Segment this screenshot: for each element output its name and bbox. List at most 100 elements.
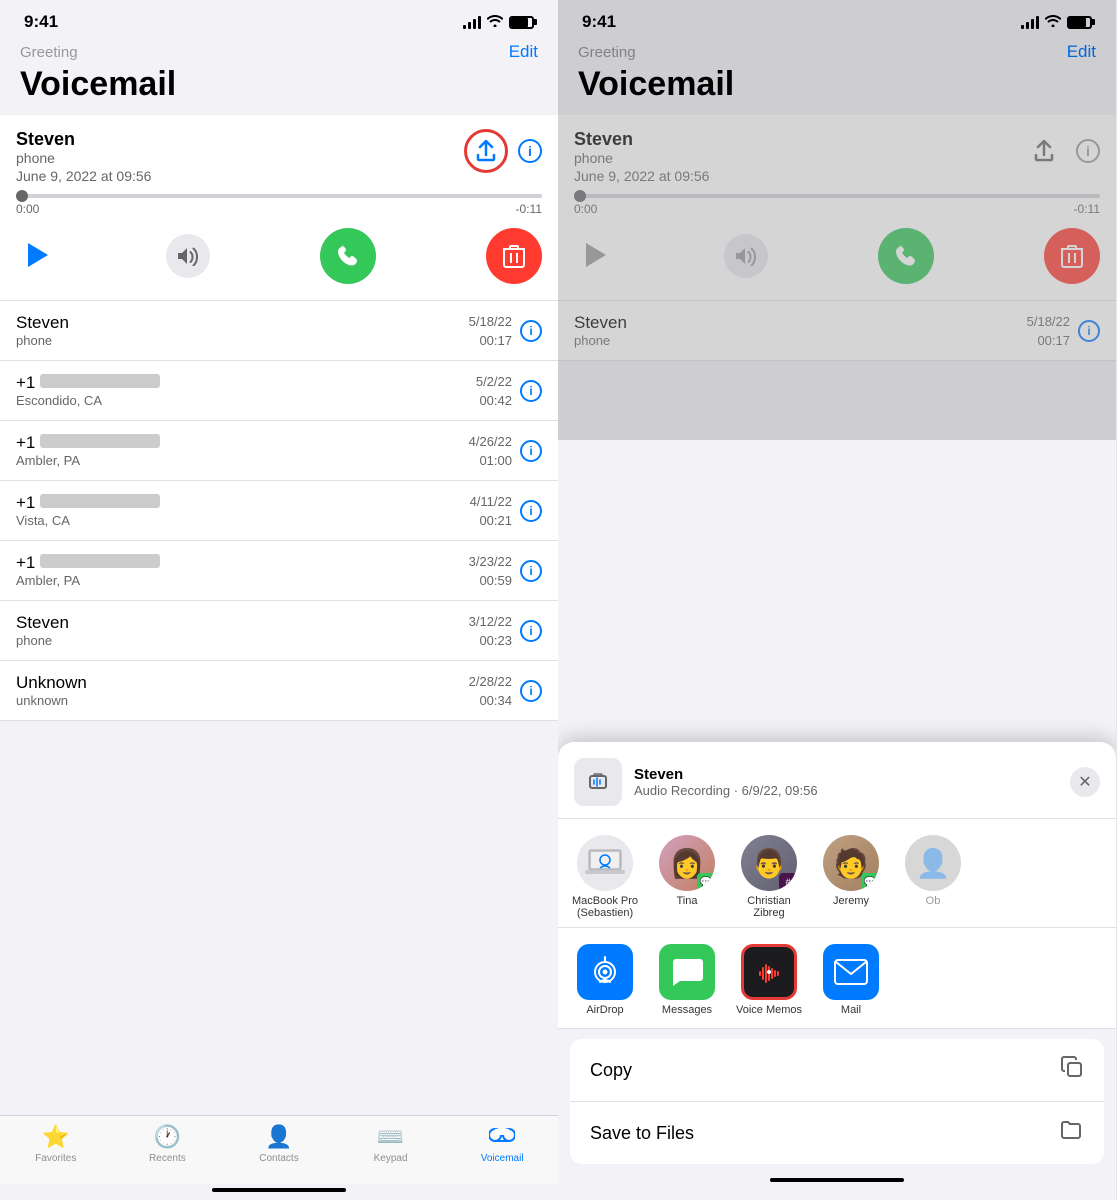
messages-icon-box <box>659 944 715 1000</box>
list-item[interactable]: +1 Ambler, PA 4/26/22 01:00 i <box>0 421 558 481</box>
airdrop-icon-box <box>577 944 633 1000</box>
airdrop-label: AirDrop <box>586 1004 623 1016</box>
status-icons-left <box>463 15 534 30</box>
vm-label-left: phone <box>16 150 151 166</box>
contact-tina[interactable]: 👩 💬 Tina <box>652 835 722 919</box>
info-btn-item2[interactable]: i <box>520 380 542 402</box>
wifi-icon-left <box>487 15 503 30</box>
contact-ob[interactable]: 👤 Ob <box>898 835 968 919</box>
jeremy-name: Jeremy <box>833 895 869 907</box>
share-close-button[interactable]: ✕ <box>1070 767 1100 797</box>
info-btn-item4[interactable]: i <box>520 500 542 522</box>
mail-label: Mail <box>841 1004 861 1016</box>
info-btn-item3[interactable]: i <box>520 440 542 462</box>
tab-label-voicemail-left: Voicemail <box>481 1153 524 1164</box>
speaker-button-left[interactable] <box>166 234 210 278</box>
voicemail-icon-left <box>489 1124 515 1150</box>
status-time-left: 9:41 <box>24 12 58 32</box>
play-button-left[interactable] <box>16 235 56 278</box>
contacts-icon-left: 👤 <box>265 1124 292 1150</box>
favorites-icon-left: ⭐ <box>42 1124 69 1150</box>
vm-controls-left <box>16 228 542 284</box>
header-left: Greeting Edit Voicemail <box>0 38 558 115</box>
time-start-left: 0:00 <box>16 202 39 216</box>
list-item[interactable]: +1 Escondido, CA 5/2/22 00:42 i <box>0 361 558 421</box>
share-info: Steven Audio Recording · 6/9/22, 09:56 <box>634 766 818 798</box>
page-title-left: Voicemail <box>20 66 538 103</box>
vm-date-left: June 9, 2022 at 09:56 <box>16 168 151 184</box>
share-sheet: Steven Audio Recording · 6/9/22, 09:56 ✕ <box>558 742 1116 1200</box>
share-contacts-row: MacBook Pro(Sebastien) 👩 💬 Tina 👨 # Chri… <box>558 819 1116 928</box>
tina-avatar: 👩 💬 <box>659 835 715 891</box>
app-mail[interactable]: Mail <box>816 944 886 1016</box>
home-indicator-right <box>770 1178 904 1182</box>
info-button-left[interactable]: i <box>518 139 542 163</box>
list-item[interactable]: +1 Ambler, PA 3/23/22 00:59 i <box>0 541 558 601</box>
tab-bar-left: ⭐ Favorites 🕐 Recents 👤 Contacts ⌨️ Keyp… <box>0 1115 558 1184</box>
list-item[interactable]: +1 Vista, CA 4/11/22 00:21 i <box>0 481 558 541</box>
christian-name: ChristianZibreg <box>747 895 790 919</box>
contact-christian[interactable]: 👨 # ChristianZibreg <box>734 835 804 919</box>
share-title: Steven <box>634 766 818 783</box>
left-phone-screen: 9:41 Greeting Edit Voicemail <box>0 0 558 1200</box>
info-btn-item7[interactable]: i <box>520 680 542 702</box>
app-voice-memos[interactable]: Voice Memos <box>734 944 804 1016</box>
info-btn-item6[interactable]: i <box>520 620 542 642</box>
tab-label-favorites-left: Favorites <box>35 1153 76 1164</box>
status-bar-left: 9:41 <box>0 0 558 38</box>
tab-recents-left[interactable]: 🕐 Recents <box>112 1124 224 1164</box>
tab-contacts-left[interactable]: 👤 Contacts <box>223 1124 335 1164</box>
list-item[interactable]: Unknown unknown 2/28/22 00:34 i <box>0 661 558 721</box>
tab-label-contacts-left: Contacts <box>259 1153 298 1164</box>
signal-icon-left <box>463 15 481 29</box>
list-item[interactable]: Steven phone 5/18/22 00:17 i <box>0 301 558 361</box>
messages-label: Messages <box>662 1004 712 1016</box>
share-sheet-header: Steven Audio Recording · 6/9/22, 09:56 ✕ <box>558 742 1116 819</box>
info-btn-item1[interactable]: i <box>520 320 542 342</box>
call-button-left[interactable] <box>320 228 376 284</box>
copy-label: Copy <box>590 1060 632 1081</box>
copy-action[interactable]: Copy <box>570 1039 1104 1102</box>
keypad-icon-left: ⌨️ <box>377 1124 404 1150</box>
tab-keypad-left[interactable]: ⌨️ Keypad <box>335 1124 447 1164</box>
voice-memos-icon-box <box>741 944 797 1000</box>
time-end-left: -0:11 <box>516 202 542 216</box>
tab-favorites-left[interactable]: ⭐ Favorites <box>0 1124 112 1164</box>
home-indicator-left <box>212 1188 346 1192</box>
macbook-name: MacBook Pro(Sebastien) <box>572 895 638 919</box>
macbook-avatar <box>577 835 633 891</box>
greeting-left: Greeting <box>20 44 78 61</box>
tab-label-recents-left: Recents <box>149 1153 186 1164</box>
app-messages[interactable]: Messages <box>652 944 722 1016</box>
progress-bar-left: 0:00 -0:11 <box>16 194 542 216</box>
recents-icon-left: 🕐 <box>154 1124 181 1150</box>
share-subtitle: Audio Recording · 6/9/22, 09:56 <box>634 783 818 798</box>
app-airdrop[interactable]: AirDrop <box>570 944 640 1016</box>
battery-icon-left <box>509 16 534 29</box>
tab-voicemail-left[interactable]: Voicemail <box>446 1124 558 1164</box>
mail-icon-box <box>823 944 879 1000</box>
right-phone-screen: 9:41 Greeting Edit Voicemail <box>558 0 1116 1200</box>
active-vm-card-left: Steven phone June 9, 2022 at 09:56 i 0:0… <box>0 115 558 301</box>
edit-button-left[interactable]: Edit <box>509 42 538 62</box>
copy-icon <box>1060 1055 1084 1085</box>
save-files-label: Save to Files <box>590 1123 694 1144</box>
tab-label-keypad-left: Keypad <box>374 1153 408 1164</box>
jeremy-avatar: 🧑 💬 <box>823 835 879 891</box>
delete-button-left[interactable] <box>486 228 542 284</box>
contact-macbook[interactable]: MacBook Pro(Sebastien) <box>570 835 640 919</box>
share-apps-row: AirDrop Messages <box>558 928 1116 1029</box>
contact-jeremy[interactable]: 🧑 💬 Jeremy <box>816 835 886 919</box>
voice-memos-label: Voice Memos <box>736 1004 802 1016</box>
share-button-left[interactable] <box>464 129 508 173</box>
list-item[interactable]: Steven phone 3/12/22 00:23 i <box>0 601 558 661</box>
ob-name: Ob <box>926 895 941 907</box>
info-btn-item5[interactable]: i <box>520 560 542 582</box>
christian-avatar: 👨 # <box>741 835 797 891</box>
save-to-files-action[interactable]: Save to Files <box>570 1102 1104 1164</box>
ob-avatar: 👤 <box>905 835 961 891</box>
vm-name-left: Steven <box>16 129 151 150</box>
vm-list-left: Steven phone 5/18/22 00:17 i +1 Escondid… <box>0 301 558 1115</box>
dim-overlay <box>558 0 1116 440</box>
tina-name: Tina <box>677 895 698 907</box>
